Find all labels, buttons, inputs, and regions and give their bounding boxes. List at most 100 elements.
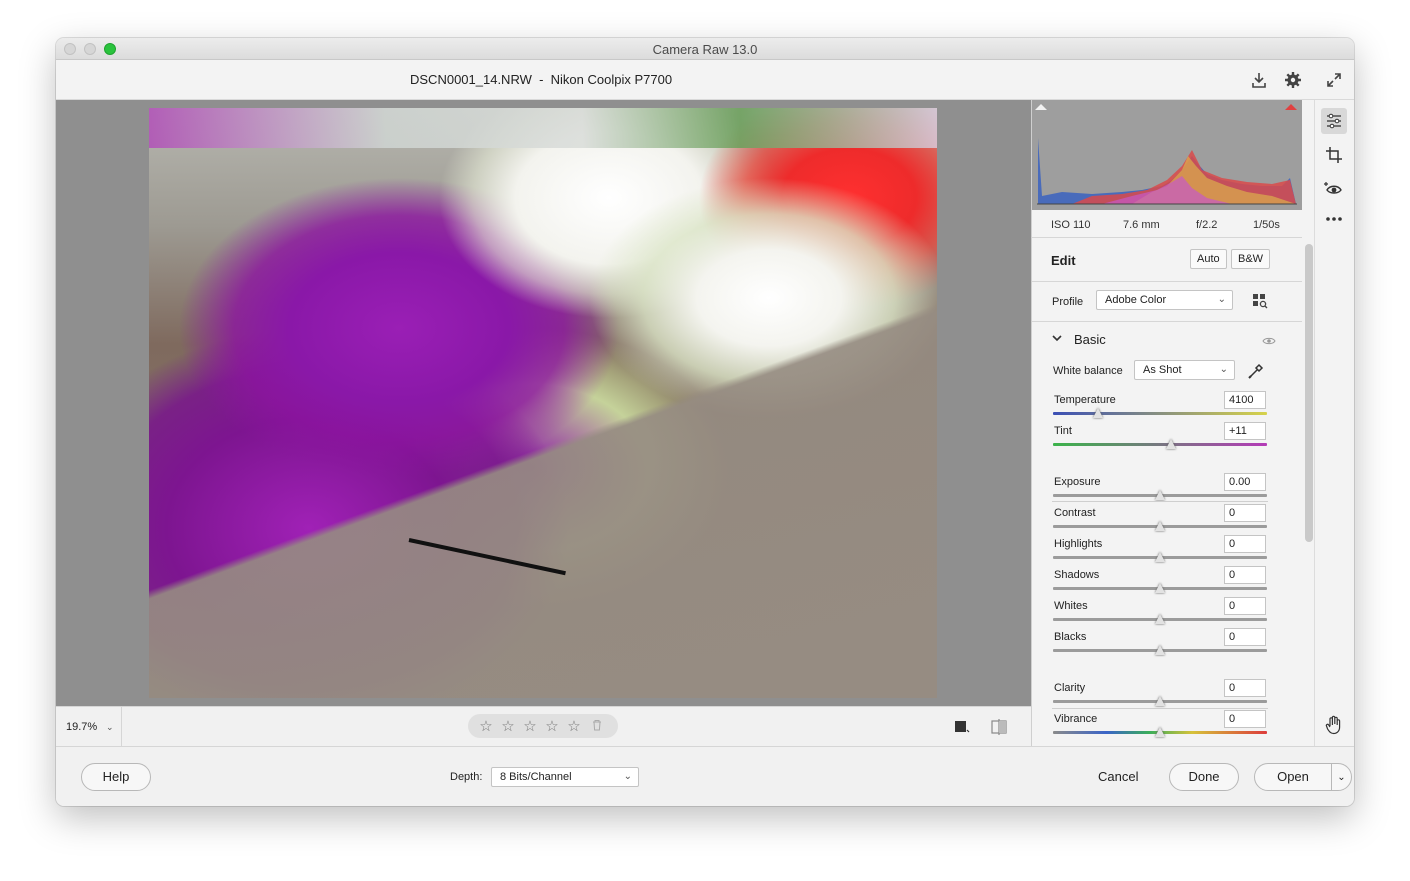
crop-icon[interactable] — [1321, 142, 1347, 168]
slider-row-tint: Tint +11 — [1032, 422, 1302, 456]
slider-value-field[interactable]: 0 — [1224, 710, 1266, 728]
chevron-down-icon: ⌄ — [1217, 294, 1226, 305]
image-canvas[interactable] — [56, 100, 1031, 706]
slider-value-field[interactable]: 4100 — [1224, 391, 1266, 409]
profile-browser-icon[interactable] — [1252, 293, 1268, 309]
slider-thumb[interactable] — [1155, 552, 1165, 562]
done-button[interactable]: Done — [1169, 763, 1239, 791]
eyedropper-icon[interactable] — [1247, 362, 1265, 380]
star-icon[interactable]: ☆ — [544, 717, 560, 735]
slider-label: Clarity — [1054, 682, 1086, 694]
more-icon[interactable] — [1321, 206, 1347, 232]
section-divider — [1052, 708, 1268, 709]
chevron-down-icon: ⌄ — [1219, 364, 1228, 375]
image-bottom-bar: 19.7% ⌄ ☆ ☆ ☆ ☆ ☆ — [56, 706, 1031, 747]
slider-label: Whites — [1054, 600, 1088, 612]
star-rating[interactable]: ☆ ☆ ☆ ☆ ☆ — [468, 714, 618, 738]
bw-button[interactable]: B&W — [1231, 249, 1271, 269]
redeye-icon[interactable] — [1321, 176, 1347, 202]
window-title: Camera Raw 13.0 — [652, 42, 758, 57]
slider-label: Tint — [1054, 425, 1072, 437]
basic-title: Basic — [1074, 332, 1106, 347]
before-after-icon[interactable] — [990, 718, 1008, 736]
slider-track[interactable] — [1053, 412, 1267, 415]
camera-raw-window: Camera Raw 13.0 DSCN0001_14.NRW - Nikon … — [56, 38, 1354, 806]
slider-thumb[interactable] — [1155, 521, 1165, 531]
slider-label: Vibrance — [1054, 713, 1098, 725]
slider-thumb[interactable] — [1155, 490, 1165, 500]
edit-panel: ISO 110 7.6 mm f/2.2 1/50s Edit Auto B&W… — [1031, 100, 1314, 768]
zoom-value: 19.7% — [66, 721, 98, 733]
open-button[interactable]: Open — [1254, 763, 1332, 791]
slider-value-field[interactable]: 0.00 — [1224, 473, 1266, 491]
slider-label: Contrast — [1054, 507, 1096, 519]
slider-value-field[interactable]: 0 — [1224, 566, 1266, 584]
slider-track[interactable] — [1053, 443, 1267, 446]
depth-label: Depth: — [450, 771, 483, 783]
slider-row-exposure: Exposure 0.00 — [1032, 473, 1302, 507]
exif-info: ISO 110 7.6 mm f/2.2 1/50s — [1032, 210, 1302, 238]
basic-section-header[interactable]: Basic — [1032, 322, 1302, 354]
expand-icon[interactable] — [1322, 68, 1346, 92]
white-balance-select[interactable]: As Shot ⌄ — [1134, 360, 1235, 380]
slider-value-field[interactable]: 0 — [1224, 679, 1266, 697]
sliders-icon[interactable] — [1321, 108, 1347, 134]
download-icon[interactable] — [1247, 68, 1271, 92]
slider-thumb[interactable] — [1155, 614, 1165, 624]
edit-title: Edit — [1051, 253, 1076, 268]
photo-preview[interactable] — [149, 108, 937, 698]
shadow-clip-warning-icon — [1035, 104, 1047, 110]
zoom-select[interactable]: 19.7% ⌄ — [56, 707, 122, 747]
slider-value-field[interactable]: 0 — [1224, 597, 1266, 615]
slider-value-field[interactable]: 0 — [1224, 628, 1266, 646]
header-bar: DSCN0001_14.NRW - Nikon Coolpix P7700 — [56, 60, 1354, 100]
chevron-down-icon: ⌄ — [1337, 772, 1346, 783]
eye-icon[interactable] — [1262, 333, 1276, 351]
profile-select[interactable]: Adobe Color ⌄ — [1096, 290, 1233, 310]
view-mode-icon[interactable] — [954, 719, 970, 735]
slider-value-field[interactable]: 0 — [1224, 504, 1266, 522]
slider-value-field[interactable]: +11 — [1224, 422, 1266, 440]
exif-aperture: f/2.2 — [1196, 219, 1218, 231]
scrollbar-thumb[interactable] — [1305, 244, 1313, 542]
highlight-clip-warning-icon — [1285, 104, 1297, 110]
tool-strip — [1314, 100, 1354, 768]
hand-icon[interactable] — [1321, 712, 1347, 738]
help-button[interactable]: Help — [81, 763, 151, 791]
star-icon[interactable]: ☆ — [566, 717, 582, 735]
profile-row: Profile Adobe Color ⌄ — [1032, 282, 1302, 322]
slider-thumb[interactable] — [1155, 645, 1165, 655]
slider-thumb[interactable] — [1155, 583, 1165, 593]
cancel-button[interactable]: Cancel — [1098, 769, 1138, 784]
star-icon[interactable]: ☆ — [500, 717, 516, 735]
slider-row-contrast: Contrast 0 — [1032, 504, 1302, 538]
slider-row-blacks: Blacks 0 — [1032, 628, 1302, 662]
auto-button[interactable]: Auto — [1190, 249, 1227, 269]
gear-icon[interactable] — [1281, 68, 1305, 92]
slider-thumb[interactable] — [1165, 439, 1176, 449]
white-balance-label: White balance — [1053, 365, 1123, 377]
profile-value: Adobe Color — [1105, 294, 1167, 306]
slider-label: Exposure — [1054, 476, 1101, 488]
slider-row-highlights: Highlights 0 — [1032, 535, 1302, 569]
slider-value-field[interactable]: 0 — [1224, 535, 1266, 553]
slider-label: Temperature — [1054, 394, 1116, 406]
slider-row-vibrance: Vibrance 0 — [1032, 710, 1302, 744]
star-icon[interactable]: ☆ — [522, 717, 538, 735]
slider-thumb[interactable] — [1155, 696, 1165, 706]
depth-select[interactable]: 8 Bits/Channel ⌄ — [491, 767, 639, 787]
open-options-button[interactable]: ⌄ — [1331, 763, 1352, 791]
white-balance-row: White balance As Shot ⌄ — [1032, 356, 1302, 384]
panel-scrollbar[interactable] — [1305, 244, 1313, 764]
photo-background-stalls — [149, 108, 937, 148]
depth-value: 8 Bits/Channel — [500, 771, 572, 783]
slider-row-whites: Whites 0 — [1032, 597, 1302, 631]
chevron-down-icon[interactable] — [1051, 331, 1063, 349]
histogram — [1032, 100, 1302, 210]
slider-thumb[interactable] — [1092, 408, 1103, 418]
slider-label: Shadows — [1054, 569, 1100, 581]
star-icon[interactable]: ☆ — [478, 717, 494, 735]
white-balance-value: As Shot — [1143, 364, 1182, 376]
trash-icon[interactable] — [592, 719, 602, 734]
slider-thumb[interactable] — [1155, 727, 1165, 737]
